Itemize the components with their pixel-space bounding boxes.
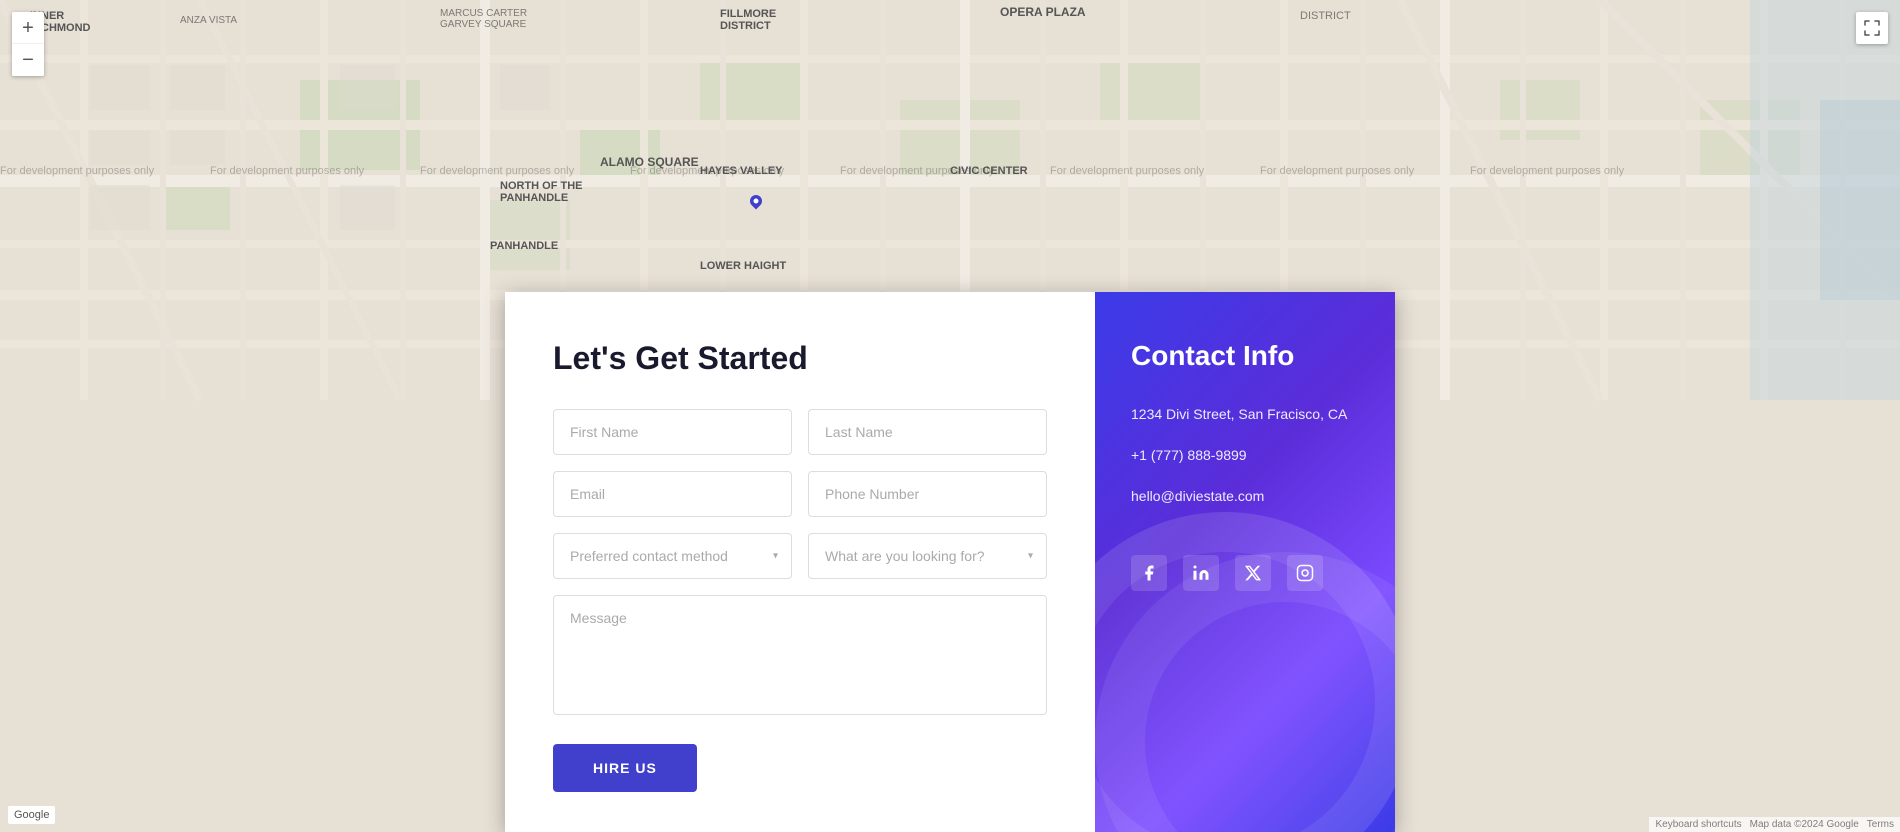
last-name-field — [808, 409, 1047, 455]
email-field — [553, 471, 792, 517]
map-watermark-2: For development purposes only — [210, 165, 364, 177]
map-label-anza-vista: ANZA VISTA — [180, 15, 237, 26]
map-bottom-bar: Keyboard shortcuts Map data ©2024 Google… — [1649, 817, 1900, 832]
phone-input[interactable] — [808, 471, 1047, 517]
zoom-out-button[interactable]: − — [12, 44, 44, 76]
message-row — [553, 595, 1047, 720]
email-phone-row — [553, 471, 1047, 517]
first-name-input[interactable] — [553, 409, 792, 455]
contact-email: hello@diviestate.com — [1131, 486, 1359, 507]
first-name-field — [553, 409, 792, 455]
map-label-fillmore: FILLMOREDISTRICT — [720, 8, 776, 32]
phone-field — [808, 471, 1047, 517]
map-data-copyright: Map data ©2024 Google — [1750, 819, 1859, 830]
contact-title: Contact Info — [1131, 340, 1359, 372]
linkedin-icon[interactable] — [1183, 555, 1219, 591]
facebook-icon[interactable] — [1131, 555, 1167, 591]
message-textarea[interactable] — [553, 595, 1047, 715]
selects-row: Preferred contact method Email Phone Tex… — [553, 533, 1047, 579]
map-label-hayes-valley: HAYES VALLEY — [700, 165, 783, 177]
map-label-panhandle2: PANHANDLE — [490, 240, 558, 252]
fullscreen-icon — [1864, 20, 1880, 36]
map-label-civic-center: CIVIC CENTER — [950, 165, 1028, 177]
contact-method-select[interactable]: Preferred contact method Email Phone Tex… — [553, 533, 792, 579]
social-icons — [1131, 555, 1359, 591]
map-watermark-1: For development purposes only — [0, 165, 154, 177]
map-watermark-3: For development purposes only — [420, 165, 574, 177]
looking-for-wrapper: What are you looking for? Buying Selling… — [808, 533, 1047, 579]
message-field — [553, 595, 1047, 720]
map-zoom-controls: + − — [12, 12, 44, 76]
form-title: Let's Get Started — [553, 340, 1047, 377]
zoom-in-button[interactable]: + — [12, 12, 44, 44]
map-watermark-8: For development purposes only — [1470, 165, 1624, 177]
google-logo: Google — [8, 806, 55, 824]
map-watermark-6: For development purposes only — [1050, 165, 1204, 177]
contact-panel: Contact Info 1234 Divi Street, San Fraci… — [1095, 292, 1395, 832]
twitter-x-icon[interactable] — [1235, 555, 1271, 591]
name-row — [553, 409, 1047, 455]
last-name-input[interactable] — [808, 409, 1047, 455]
form-panel: Let's Get Started Preferred — [505, 292, 1095, 832]
map-label-panhandle: NORTH OF THEPANHANDLE — [500, 180, 583, 204]
contact-address: 1234 Divi Street, San Fracisco, CA — [1131, 404, 1359, 425]
looking-for-select[interactable]: What are you looking for? Buying Selling… — [808, 533, 1047, 579]
email-input[interactable] — [553, 471, 792, 517]
map-label-lower-haight: LOWER HAIGHT — [700, 260, 786, 272]
instagram-icon[interactable] — [1287, 555, 1323, 591]
contact-method-wrapper: Preferred contact method Email Phone Tex… — [553, 533, 792, 579]
fullscreen-button[interactable] — [1856, 12, 1888, 44]
contact-phone: +1 (777) 888-9899 — [1131, 445, 1359, 466]
map-label-opera-plaza: OPERA PLAZA — [1000, 5, 1086, 19]
map-label-alamo-square: ALAMO SQUARE — [600, 155, 699, 169]
submit-button[interactable]: HIRE US — [553, 744, 697, 792]
modal-container: Let's Get Started Preferred — [505, 292, 1395, 832]
map-label-district: DISTRICT — [1300, 10, 1351, 22]
keyboard-shortcuts[interactable]: Keyboard shortcuts — [1655, 819, 1741, 830]
map-watermark-7: For development purposes only — [1260, 165, 1414, 177]
map-terms[interactable]: Terms — [1867, 819, 1894, 830]
map-label-garvey: MARCUS CARTERGARVEY SQUARE — [440, 8, 527, 30]
